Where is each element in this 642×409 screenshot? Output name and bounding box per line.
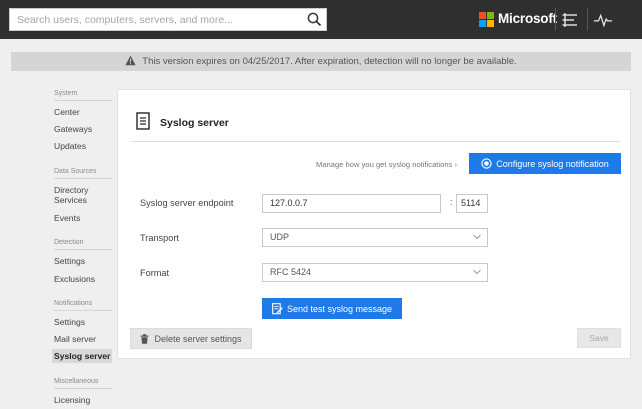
configure-button-label: Configure syslog notification (496, 158, 609, 169)
title-divider (130, 141, 620, 142)
brand-name: Microsoft (498, 11, 557, 26)
topbar-divider (555, 8, 556, 31)
transport-value: UDP (270, 232, 290, 242)
add-circle-icon (481, 158, 492, 169)
endpoint-port-input[interactable]: 5114 (456, 194, 488, 213)
manage-notifications-link[interactable]: Manage how you get syslog notifications … (316, 160, 457, 169)
chevron-right-icon: › (454, 160, 458, 169)
format-select[interactable]: RFC 5424 (262, 263, 488, 282)
microsoft-logo-icon (479, 12, 494, 27)
endpoint-label: Syslog server endpoint (140, 198, 234, 208)
delete-server-settings-button[interactable]: Delete server settings (130, 328, 252, 349)
sidebar-divider (54, 388, 112, 389)
sidebar-divider (54, 249, 112, 250)
edit-document-icon (272, 302, 283, 314)
sidebar-divider (54, 100, 112, 101)
sidebar-divider (54, 178, 112, 179)
banner-text: This version expires on 04/25/2017. Afte… (142, 56, 517, 67)
sidebar-item-mail-server[interactable]: Mail server (54, 334, 96, 344)
sidebar-item-center[interactable]: Center (54, 107, 80, 117)
sidebar-section-miscellaneous: Miscellaneous (54, 378, 99, 385)
page-title: Syslog server (160, 117, 229, 129)
search-icon[interactable] (306, 11, 323, 28)
sidebar-item-label: Directory (54, 185, 89, 195)
microsoft-logo: Microsoft (479, 11, 557, 28)
transport-label: Transport (140, 233, 179, 243)
sidebar-section-detection: Detection (54, 239, 84, 246)
document-icon (136, 112, 150, 130)
delete-button-label: Delete server settings (154, 333, 242, 344)
sidebar-item-gateways[interactable]: Gateways (54, 124, 92, 134)
sidebar-item-label: Services (54, 195, 87, 205)
sidebar-item-directory-services[interactable]: Directory Services (54, 185, 88, 205)
save-button[interactable]: Save (577, 328, 621, 348)
sidebar-item-updates[interactable]: Updates (54, 141, 86, 151)
search-input[interactable] (10, 9, 300, 30)
health-pulse-icon[interactable] (593, 10, 613, 30)
chevron-down-icon (473, 234, 481, 240)
sidebar-item-events[interactable]: Events (54, 213, 80, 223)
sidebar-section-data-sources: Data Sources (54, 168, 97, 175)
transport-select[interactable]: UDP (262, 228, 488, 247)
test-button-label: Send test syslog message (286, 303, 393, 314)
sidebar-item-exclusions[interactable]: Exclusions (54, 274, 95, 284)
port-separator: : (450, 197, 453, 207)
search-box[interactable] (9, 8, 327, 31)
warning-icon (125, 55, 136, 66)
top-bar: Microsoft (0, 0, 642, 39)
syslog-server-panel: Syslog server Manage how you get syslog … (117, 89, 631, 359)
sidebar-item-licensing[interactable]: Licensing (54, 395, 90, 405)
manage-link-text: Manage how you get syslog notifications (316, 160, 453, 169)
sidebar-item-detection-settings[interactable]: Settings (54, 256, 85, 266)
trash-icon (140, 333, 149, 344)
sidebar-section-notifications: Notifications (54, 300, 93, 307)
sidebar-divider (54, 310, 112, 311)
chevron-down-icon (473, 269, 481, 275)
format-value: RFC 5424 (270, 267, 312, 277)
send-test-syslog-button[interactable]: Send test syslog message (262, 298, 402, 319)
sidebar-section-system: System (54, 90, 78, 97)
configure-syslog-notification-button[interactable]: Configure syslog notification (469, 153, 621, 174)
expiration-banner: This version expires on 04/25/2017. Afte… (11, 52, 631, 71)
endpoint-host-input[interactable]: 127.0.0.7 (262, 194, 441, 213)
timeline-icon[interactable] (561, 10, 581, 30)
topbar-divider (587, 8, 588, 31)
sidebar-item-syslog-server[interactable]: Syslog server (52, 349, 113, 363)
sidebar-item-notification-settings[interactable]: Settings (54, 317, 85, 327)
format-label: Format (140, 268, 170, 278)
